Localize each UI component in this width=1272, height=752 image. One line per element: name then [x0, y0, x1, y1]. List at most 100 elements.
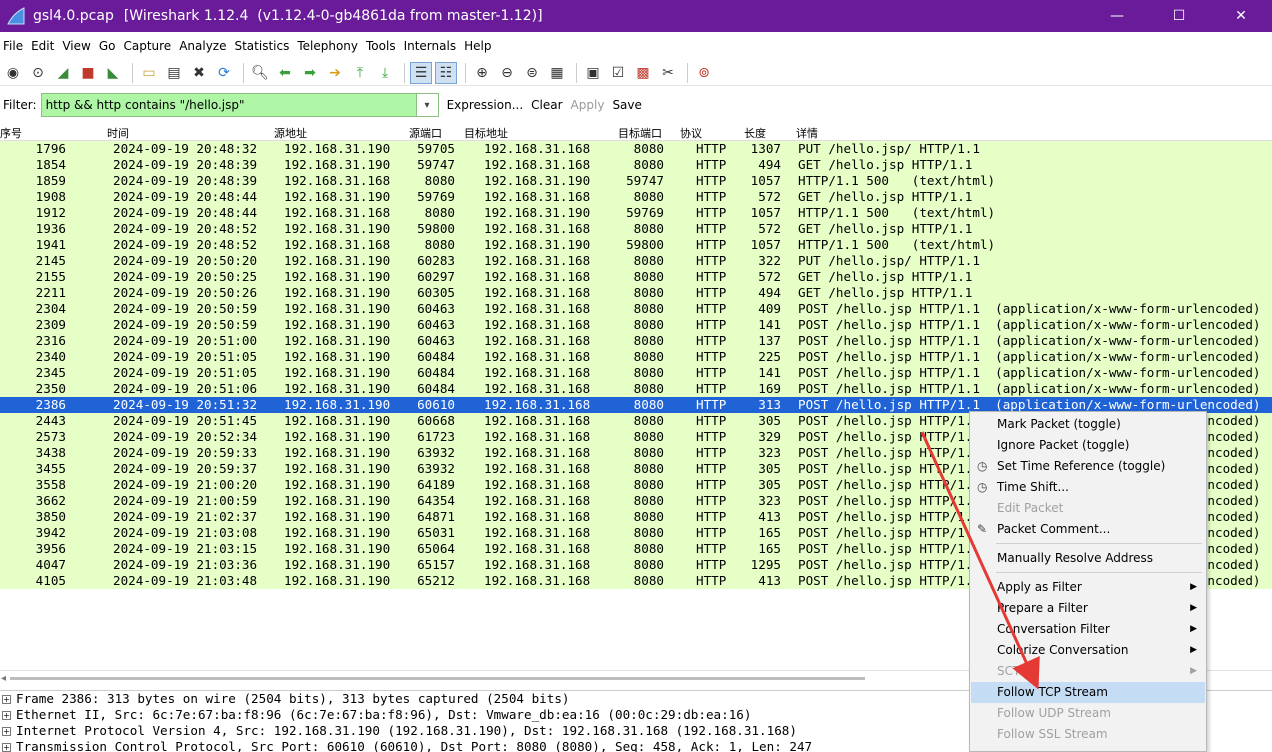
context-item-colorize-conversation[interactable]: Colorize Conversation ▶: [971, 640, 1205, 661]
packet-cell-dport: 8080: [633, 445, 664, 460]
packet-row[interactable]: 2340 2024-09-19 20:51:05 192.168.31.190 604…: [0, 349, 1272, 365]
go-to-packet-icon[interactable]: ➔: [324, 62, 346, 84]
help-icon[interactable]: ⊚: [693, 62, 715, 84]
packet-row[interactable]: 1908 2024-09-19 20:48:44 192.168.31.190 597…: [0, 189, 1272, 205]
packet-row[interactable]: 1859 2024-09-19 20:48:39 192.168.31.168 808…: [0, 173, 1272, 189]
expression-button[interactable]: Expression...: [447, 98, 524, 112]
find-packet-icon[interactable]: 🔍︎: [249, 62, 271, 84]
last-packet-icon[interactable]: ⤓: [374, 62, 396, 84]
menu-capture[interactable]: Capture: [119, 35, 175, 57]
menu-statistics[interactable]: Statistics: [230, 35, 293, 57]
packet-cell-src: 192.168.31.190: [284, 301, 391, 316]
column-info[interactable]: 详情: [796, 125, 818, 141]
context-item-edit-packet[interactable]: Edit Packet: [971, 498, 1205, 519]
menu-telephony[interactable]: Telephony: [293, 35, 362, 57]
context-item-conversation-filter[interactable]: Conversation Filter ▶: [971, 619, 1205, 640]
coloring-rules-icon[interactable]: ▩: [632, 62, 654, 84]
menu-file[interactable]: File: [0, 35, 27, 57]
zoom-in-icon[interactable]: ⊕: [471, 62, 493, 84]
close-file-icon[interactable]: ✖: [188, 62, 210, 84]
packet-cell-src: 192.168.31.190: [284, 365, 391, 380]
context-item-apply-as-filter[interactable]: Apply as Filter ▶: [971, 577, 1205, 598]
menu-help[interactable]: Help: [460, 35, 495, 57]
packet-row[interactable]: 2145 2024-09-19 20:50:20 192.168.31.190 602…: [0, 253, 1272, 269]
column-length[interactable]: 长度: [744, 125, 766, 141]
close-button[interactable]: ✕: [1210, 0, 1272, 32]
packet-context-menu: Mark Packet (toggle) Ignore Packet (toggl…: [969, 411, 1207, 752]
column-source[interactable]: 源地址: [274, 125, 307, 141]
go-forward-icon[interactable]: ➡: [299, 62, 321, 84]
column-protocol[interactable]: 协议: [680, 125, 702, 141]
column-destination-port[interactable]: 目标端口: [618, 125, 662, 141]
menu-edit[interactable]: Edit: [27, 35, 58, 57]
context-item-follow-tcp-stream[interactable]: Follow TCP Stream: [971, 682, 1205, 703]
stop-capture-icon[interactable]: ■: [77, 62, 99, 84]
menu-view[interactable]: View: [58, 35, 94, 57]
menu-analyze[interactable]: Analyze: [175, 35, 230, 57]
capture-filters-icon[interactable]: ▣: [582, 62, 604, 84]
clear-button[interactable]: Clear: [531, 98, 562, 112]
menu-go[interactable]: Go: [95, 35, 120, 57]
packet-row[interactable]: 2350 2024-09-19 20:51:06 192.168.31.190 604…: [0, 381, 1272, 397]
display-filters-icon[interactable]: ☑: [607, 62, 629, 84]
packet-cell-proto: HTTP: [696, 317, 727, 332]
resize-columns-icon[interactable]: ▦: [546, 62, 568, 84]
go-back-icon[interactable]: ⬅: [274, 62, 296, 84]
expand-icon[interactable]: +: [2, 742, 11, 752]
packet-cell-dport: 8080: [633, 221, 664, 236]
preferences-icon[interactable]: ✂: [657, 62, 679, 84]
packet-row[interactable]: 2316 2024-09-19 20:51:00 192.168.31.190 604…: [0, 333, 1272, 349]
context-item-manually-resolve-address[interactable]: Manually Resolve Address: [971, 548, 1205, 569]
start-capture-fin-icon[interactable]: ◢: [52, 62, 74, 84]
packet-cell-src: 192.168.31.190: [284, 509, 391, 524]
scroll-left-icon[interactable]: ◂: [1, 673, 6, 684]
expand-icon[interactable]: +: [2, 710, 11, 720]
column-source-port[interactable]: 源端口: [409, 125, 442, 141]
restart-capture-icon[interactable]: ◣: [102, 62, 124, 84]
packet-row[interactable]: 2309 2024-09-19 20:50:59 192.168.31.190 604…: [0, 317, 1272, 333]
filter-input[interactable]: [41, 94, 416, 116]
packet-row[interactable]: 2155 2024-09-19 20:50:25 192.168.31.190 602…: [0, 269, 1272, 285]
minimize-button[interactable]: —: [1086, 0, 1148, 32]
packet-row[interactable]: 1912 2024-09-19 20:48:44 192.168.31.168 808…: [0, 205, 1272, 221]
menu-tools[interactable]: Tools: [362, 35, 400, 57]
save-file-icon[interactable]: ▤: [163, 62, 185, 84]
apply-button[interactable]: Apply: [571, 98, 605, 112]
context-item-set-time-reference-toggle[interactable]: ◷ Set Time Reference (toggle): [971, 456, 1205, 477]
packet-row[interactable]: 1854 2024-09-19 20:48:39 192.168.31.190 597…: [0, 157, 1272, 173]
packet-row[interactable]: 2211 2024-09-19 20:50:26 192.168.31.190 603…: [0, 285, 1272, 301]
context-item-follow-udp-stream[interactable]: Follow UDP Stream: [971, 703, 1205, 724]
packet-row[interactable]: 1796 2024-09-19 20:48:32 192.168.31.190 597…: [0, 141, 1272, 157]
context-item-prepare-a-filter[interactable]: Prepare a Filter ▶: [971, 598, 1205, 619]
context-item-time-shift[interactable]: ◷ Time Shift...: [971, 477, 1205, 498]
interfaces-icon[interactable]: ◉: [2, 62, 24, 84]
context-item-ignore-packet-toggle[interactable]: Ignore Packet (toggle): [971, 435, 1205, 456]
reload-icon[interactable]: ⟳: [213, 62, 235, 84]
expand-icon[interactable]: +: [2, 694, 11, 704]
column-no[interactable]: 序号: [0, 125, 22, 141]
context-item-sctp[interactable]: SCTP ▶: [971, 661, 1205, 682]
open-file-icon[interactable]: ▭: [138, 62, 160, 84]
first-packet-icon[interactable]: ⤒: [349, 62, 371, 84]
context-item-follow-ssl-stream[interactable]: Follow SSL Stream: [971, 724, 1205, 745]
colorize-icon[interactable]: ☰: [410, 61, 432, 84]
zoom-normal-icon[interactable]: ⊜: [521, 62, 543, 84]
packet-row[interactable]: 2345 2024-09-19 20:51:05 192.168.31.190 604…: [0, 365, 1272, 381]
packet-cell-sport: 60297: [417, 269, 455, 284]
context-item-mark-packet-toggle[interactable]: Mark Packet (toggle): [971, 414, 1205, 435]
chevron-down-icon[interactable]: ▾: [415, 94, 438, 116]
menu-internals[interactable]: Internals: [400, 35, 461, 57]
capture-options-icon[interactable]: ⊙: [27, 62, 49, 84]
packet-row[interactable]: 1936 2024-09-19 20:48:52 192.168.31.190 598…: [0, 221, 1272, 237]
column-time[interactable]: 时间: [107, 125, 129, 141]
save-filter-button[interactable]: Save: [612, 98, 641, 112]
packet-row[interactable]: 2304 2024-09-19 20:50:59 192.168.31.190 604…: [0, 301, 1272, 317]
packet-row[interactable]: 1941 2024-09-19 20:48:52 192.168.31.168 808…: [0, 237, 1272, 253]
column-destination[interactable]: 目标地址: [464, 125, 508, 141]
scrollbar-thumb[interactable]: [10, 677, 865, 680]
auto-scroll-icon[interactable]: ☷: [435, 61, 457, 84]
zoom-out-icon[interactable]: ⊖: [496, 62, 518, 84]
expand-icon[interactable]: +: [2, 726, 11, 736]
maximize-button[interactable]: ☐: [1148, 0, 1210, 32]
context-item-packet-comment[interactable]: ✎ Packet Comment...: [971, 519, 1205, 540]
